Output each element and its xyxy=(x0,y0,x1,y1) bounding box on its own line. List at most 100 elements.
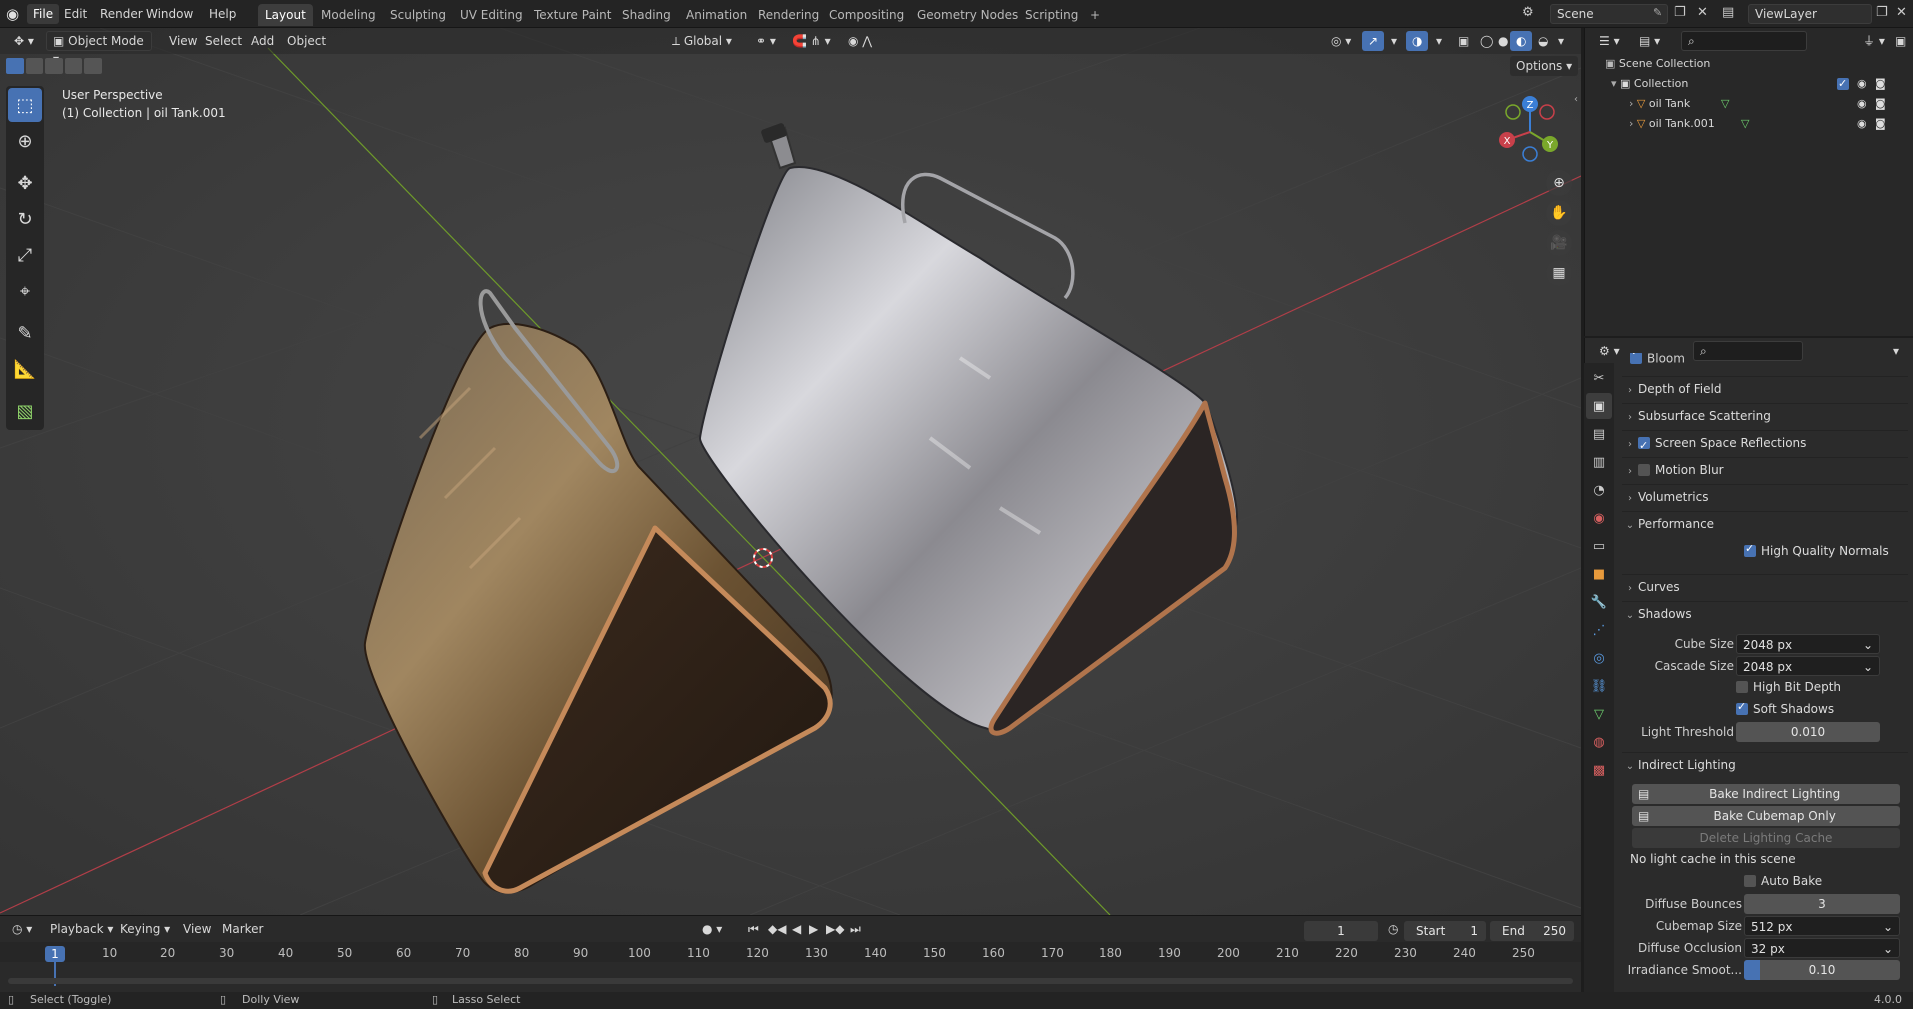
menu-marker[interactable]: Marker xyxy=(216,919,269,939)
new-scene-icon[interactable]: ❐ xyxy=(1674,5,1686,20)
expand-chevron-icon[interactable]: ▾ xyxy=(1611,77,1620,90)
menu-view[interactable]: View xyxy=(163,31,203,51)
playhead[interactable]: 1 xyxy=(45,946,65,962)
texture-tab-icon[interactable]: ▩ xyxy=(1586,757,1612,783)
overlays-toggle-icon[interactable]: ◑ xyxy=(1406,31,1429,51)
render-tab-icon[interactable]: ▣ xyxy=(1586,393,1612,419)
timeline-scrollbar[interactable] xyxy=(8,978,1573,984)
section-curves[interactable]: › Curves xyxy=(1622,574,1908,598)
eye-icon[interactable]: ◉ xyxy=(1857,115,1867,133)
menu-edit[interactable]: Edit xyxy=(58,4,93,24)
scene-field[interactable]: Scene xyxy=(1550,4,1668,24)
visibility-icon[interactable]: ◎ ▾ xyxy=(1325,31,1357,51)
view-layer-field[interactable]: ViewLayer xyxy=(1748,4,1872,24)
tab-sculpting[interactable]: Sculpting xyxy=(383,4,453,26)
tab-texture-paint[interactable]: Texture Paint xyxy=(527,4,618,26)
select-intersect-icon[interactable] xyxy=(84,58,102,74)
auto-bake-checkbox[interactable]: Auto Bake xyxy=(1744,874,1822,888)
end-frame-field[interactable]: End 250 xyxy=(1490,921,1574,941)
high-quality-normals-checkbox[interactable]: High Quality Normals xyxy=(1744,542,1889,558)
physics-tab-icon[interactable]: ◎ xyxy=(1586,645,1612,671)
new-view-layer-icon[interactable]: ❐ xyxy=(1876,5,1888,20)
transform-orientation-dropdown[interactable]: ⟂ Global ▾ xyxy=(666,31,738,51)
pin-icon[interactable]: ✎ xyxy=(1653,6,1662,19)
object-tab-icon[interactable]: ■ xyxy=(1586,561,1612,587)
tab-scripting[interactable]: Scripting xyxy=(1018,4,1085,26)
select-invert-icon[interactable] xyxy=(64,58,83,74)
select-subtract-icon[interactable] xyxy=(45,58,63,74)
outliner-search-input[interactable]: ⌕ xyxy=(1681,31,1807,51)
soft-shadows-checkbox[interactable]: Soft Shadows xyxy=(1736,700,1834,716)
tab-layout[interactable]: Layout xyxy=(258,4,313,26)
eye-icon[interactable]: ◉ xyxy=(1857,75,1867,93)
add-workspace-button[interactable]: + xyxy=(1083,4,1107,26)
camera-icon[interactable]: 🎥 xyxy=(1546,230,1572,256)
outliner-item-oil-tank[interactable]: › ▽ oil Tank ▽ ◉ ◙ xyxy=(1629,95,1911,113)
bloom-checkbox[interactable] xyxy=(1630,353,1642,364)
properties-options-icon[interactable]: ▾ xyxy=(1887,341,1905,361)
annotate-tool-icon[interactable]: ✎ xyxy=(8,316,42,350)
ortho-grid-icon[interactable]: ▦ xyxy=(1546,260,1572,286)
3d-viewport[interactable] xyxy=(0,28,1581,915)
eye-icon[interactable]: ◉ xyxy=(1857,95,1867,113)
proportional-edit-icon[interactable]: ◉ ⋀ xyxy=(842,31,878,51)
diffuse-occlusion-dropdown[interactable]: 32 px ⌄ xyxy=(1744,938,1900,958)
preview-range-icon[interactable]: ◷ xyxy=(1382,919,1404,939)
outliner-display-mode-icon[interactable]: ▤ ▾ xyxy=(1633,31,1666,51)
tab-rendering[interactable]: Rendering xyxy=(751,4,826,26)
output-tab-icon[interactable]: ▤ xyxy=(1586,421,1612,447)
bake-indirect-lighting-button[interactable]: ▤ Bake Indirect Lighting xyxy=(1632,784,1900,804)
mode-dropdown[interactable]: ▣ Object Mode ▾ xyxy=(46,31,152,66)
render-camera-icon[interactable]: ◙ xyxy=(1875,75,1886,93)
collapse-sidebar-icon[interactable]: ‹ xyxy=(1574,94,1578,105)
pan-hand-icon[interactable]: ✋ xyxy=(1546,200,1572,226)
section-bloom-partial[interactable]: Bloom xyxy=(1630,353,1685,365)
cursor-tool-icon[interactable]: ⊕ xyxy=(8,124,42,158)
exclude-checkbox[interactable] xyxy=(1837,75,1849,93)
modifier-tab-icon[interactable]: 🔧 xyxy=(1586,589,1612,615)
tab-shading[interactable]: Shading xyxy=(615,4,678,26)
delete-scene-icon[interactable]: ✕ xyxy=(1697,5,1708,20)
cube-size-dropdown[interactable]: 2048 px ⌄ xyxy=(1736,634,1880,654)
measure-tool-icon[interactable]: 📐 xyxy=(8,352,42,386)
section-subsurface-scattering[interactable]: › Subsurface Scattering xyxy=(1622,403,1908,427)
filter-icon[interactable]: ⏚ ▾ xyxy=(1857,31,1891,51)
expand-chevron-icon[interactable]: › xyxy=(1629,117,1637,130)
cascade-size-dropdown[interactable]: 2048 px ⌄ xyxy=(1736,656,1880,676)
constraints-tab-icon[interactable]: ⛓ xyxy=(1586,673,1612,699)
jump-end-icon[interactable]: ⏭ xyxy=(844,919,867,939)
collection-tab-icon[interactable]: ▭ xyxy=(1586,533,1612,559)
high-bit-depth-checkbox[interactable]: High Bit Depth xyxy=(1736,680,1841,694)
render-camera-icon[interactable]: ◙ xyxy=(1875,95,1886,113)
gizmo-dropdown-icon[interactable]: ▾ xyxy=(1385,31,1403,51)
section-depth-of-field[interactable]: › Depth of Field xyxy=(1622,376,1908,400)
pivot-icon[interactable]: ⚭ ▾ xyxy=(750,31,782,51)
shading-material-icon[interactable]: ◐ xyxy=(1510,31,1533,51)
section-indirect-lighting[interactable]: ⌄ Indirect Lighting xyxy=(1622,752,1908,776)
zoom-icon[interactable]: ⊕ xyxy=(1546,170,1572,196)
menu-timeline-view[interactable]: View xyxy=(177,919,217,939)
tab-geometry-nodes[interactable]: Geometry Nodes xyxy=(910,4,1025,26)
start-frame-field[interactable]: Start 1 xyxy=(1404,921,1486,941)
section-motion-blur[interactable]: › Motion Blur xyxy=(1622,457,1908,481)
select-box-tool-icon[interactable]: ⬚ xyxy=(8,88,42,122)
menu-file[interactable]: File xyxy=(27,4,60,24)
menu-window[interactable]: Window xyxy=(140,4,199,24)
rotate-tool-icon[interactable]: ↻ xyxy=(8,202,42,236)
bake-cubemap-only-button[interactable]: ▤ Bake Cubemap Only xyxy=(1632,806,1900,826)
blender-logo-icon[interactable]: ◉ xyxy=(6,5,24,23)
section-volumetrics[interactable]: › Volumetrics xyxy=(1622,484,1908,508)
world-tab-icon[interactable]: ◉ xyxy=(1586,505,1612,531)
outliner-item-oil-tank-001[interactable]: › ▽ oil Tank.001 ▽ ◉ ◙ xyxy=(1629,115,1911,133)
record-icon[interactable]: ● ▾ xyxy=(696,919,728,939)
material-tab-icon[interactable]: ◍ xyxy=(1586,729,1612,755)
tool-tab-icon[interactable]: ✂ xyxy=(1586,365,1612,391)
diffuse-bounces-field[interactable]: 3 xyxy=(1744,894,1900,914)
scene-tab-icon[interactable]: ◔ xyxy=(1586,477,1612,503)
move-tool-icon[interactable]: ✥ xyxy=(8,166,42,200)
xray-icon[interactable]: ▣ xyxy=(1452,31,1475,51)
section-screen-space-reflections[interactable]: › Screen Space Reflections xyxy=(1622,430,1908,458)
gizmo-toggle-icon[interactable]: ↗ xyxy=(1362,31,1385,51)
menu-select[interactable]: Select xyxy=(199,31,248,51)
shading-dropdown-icon[interactable]: ▾ xyxy=(1552,31,1570,51)
